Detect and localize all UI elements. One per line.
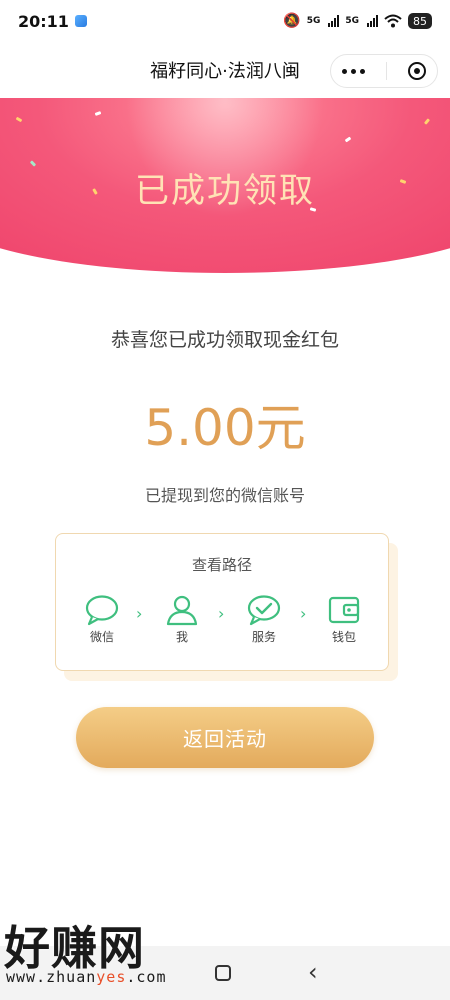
app-notification-icon bbox=[74, 15, 87, 27]
back-icon[interactable]: ‹ bbox=[308, 958, 318, 986]
path-card: 查看路径 微信 › 我 › 服务 › 钱包 bbox=[55, 533, 389, 671]
path-step-wechat: 微信 bbox=[76, 594, 128, 645]
page-title: 福籽同心·法润八闽 bbox=[150, 61, 300, 82]
path-step-label: 我 bbox=[175, 630, 188, 644]
confetti bbox=[344, 136, 352, 143]
watermark-url-suffix: .com bbox=[126, 968, 167, 986]
chevron-right-icon: › bbox=[218, 604, 225, 623]
path-card-title: 查看路径 bbox=[191, 556, 252, 574]
wifi-icon bbox=[384, 14, 402, 28]
capsule-divider bbox=[385, 62, 387, 80]
network-label-2: 5G bbox=[345, 16, 359, 26]
banner-title: 已成功领取 bbox=[135, 171, 315, 211]
check-bubble-icon bbox=[247, 595, 281, 626]
path-step-label: 服务 bbox=[251, 630, 276, 644]
watermark-url-prefix: www.zhuan bbox=[6, 968, 97, 986]
battery-indicator: 85 bbox=[408, 13, 432, 29]
confetti bbox=[423, 118, 431, 125]
status-right: 🔕 5G 5G 85 bbox=[283, 13, 432, 29]
path-step-service: 服务 bbox=[238, 594, 290, 645]
target-icon[interactable] bbox=[408, 62, 427, 80]
confetti bbox=[94, 111, 102, 116]
person-icon bbox=[166, 595, 198, 626]
status-left: 20:11 bbox=[18, 12, 87, 31]
watermark-url-highlight: yes bbox=[96, 968, 127, 986]
watermark-url: www.zhuanyes.com bbox=[6, 968, 167, 986]
path-step-label: 钱包 bbox=[331, 630, 356, 644]
title-bar: 福籽同心·法润八闽 bbox=[0, 42, 450, 98]
wallet-icon bbox=[328, 596, 360, 624]
more-dots-icon[interactable] bbox=[341, 68, 365, 74]
status-time: 20:11 bbox=[18, 11, 69, 31]
mini-program-capsule bbox=[330, 54, 438, 88]
page: 20:11 🔕 5G 5G 85 福籽同心·法润八闽 已成功领取 恭喜您已成功领… bbox=[0, 0, 450, 1000]
chat-bubble-icon bbox=[85, 595, 119, 626]
chevron-right-icon: › bbox=[136, 604, 143, 623]
withdrawn-note: 已提现到您的微信账号 bbox=[144, 486, 305, 505]
path-step-label: 微信 bbox=[89, 630, 114, 644]
signal-icon bbox=[328, 15, 340, 27]
status-bar: 20:11 🔕 5G 5G 85 bbox=[0, 0, 450, 42]
congrats-text: 恭喜您已成功领取现金红包 bbox=[110, 329, 339, 351]
signal-icon bbox=[367, 15, 378, 27]
amount-value: 5.00元 bbox=[144, 399, 306, 457]
chevron-right-icon: › bbox=[300, 604, 307, 623]
confetti bbox=[15, 116, 23, 123]
path-step-wallet: 钱包 bbox=[318, 594, 370, 645]
home-icon[interactable] bbox=[215, 965, 231, 981]
success-banner: 已成功领取 bbox=[0, 98, 450, 273]
return-activity-button[interactable]: 返回活动 bbox=[76, 707, 374, 768]
mute-icon: 🔕 bbox=[283, 13, 301, 29]
network-label-1: 5G bbox=[306, 16, 321, 26]
path-step-me: 我 bbox=[156, 594, 208, 645]
